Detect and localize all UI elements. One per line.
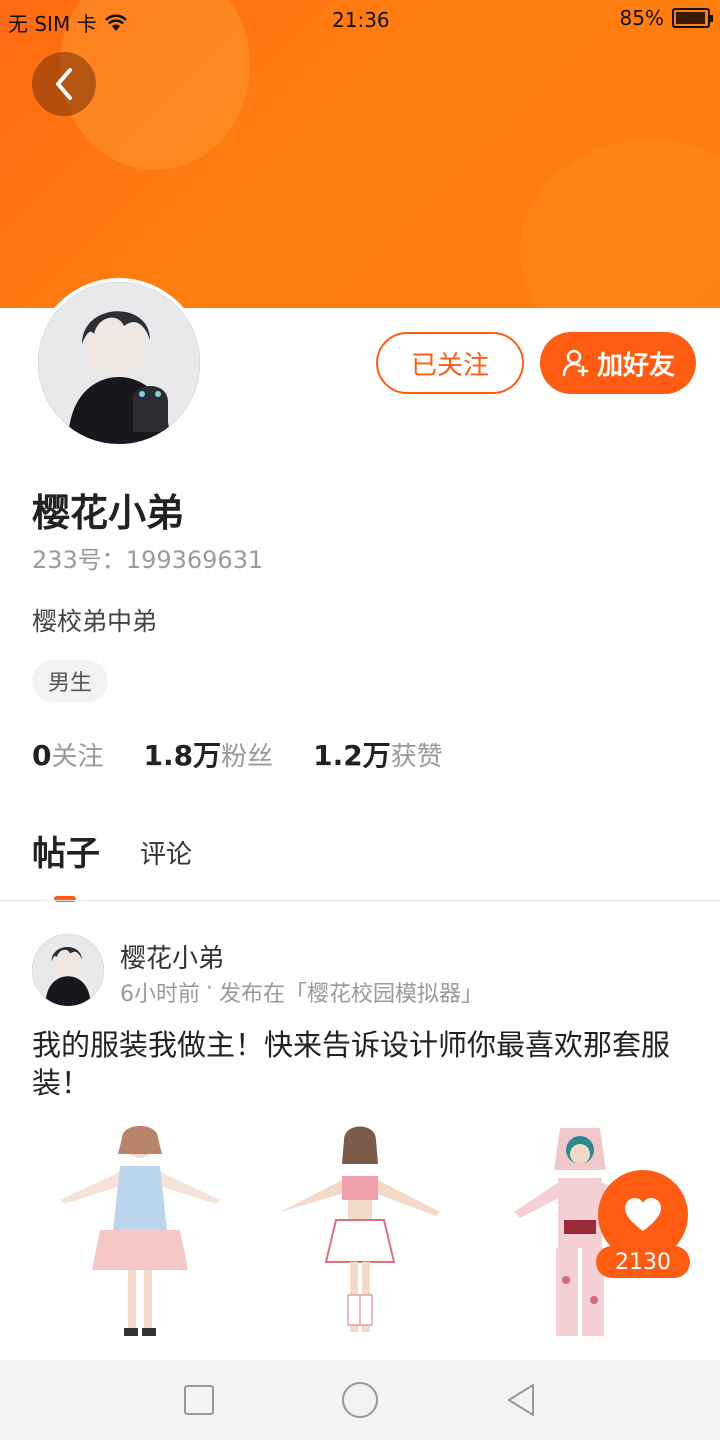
stat-label: 关注 (51, 742, 104, 772)
post-image[interactable] (50, 1120, 230, 1350)
tab-active-indicator (54, 896, 76, 902)
avatar[interactable] (34, 278, 204, 448)
clock: 21:36 (332, 8, 390, 32)
like-count: 2130 (596, 1246, 690, 1278)
tab-divider (0, 900, 720, 901)
gender-tag: 男生 (32, 660, 109, 702)
tab-comments-label: 评论 (140, 840, 193, 870)
username: 樱花小弟 (32, 491, 185, 535)
banner-decoration (520, 140, 720, 308)
followed-button-label: 已关注 (410, 350, 489, 381)
add-friend-button[interactable]: 加好友 (540, 332, 696, 394)
post-image[interactable] (270, 1120, 450, 1350)
meta-separator: · (206, 976, 213, 1001)
followed-button[interactable]: 已关注 (376, 332, 524, 394)
back-button[interactable] (32, 52, 96, 116)
avatar-illustration (32, 934, 104, 1006)
stat-likes[interactable]: 1.2万 获赞 (313, 734, 443, 774)
post-meta: 6小时前 · 发布在「樱花校园模拟器」 (120, 976, 483, 1008)
recent-apps-icon[interactable] (183, 1384, 215, 1416)
stat-following[interactable]: 0 关注 (32, 736, 104, 773)
chevron-left-icon (56, 68, 72, 100)
account-id: 233号：199369631 (32, 546, 264, 574)
tab-posts-label: 帖子 (32, 834, 100, 874)
tab-posts[interactable]: 帖子 (32, 826, 100, 902)
stat-label: 粉丝 (221, 742, 274, 772)
back-triangle-icon[interactable] (505, 1383, 537, 1417)
add-friend-label: 加好友 (596, 350, 675, 381)
post-author-name[interactable]: 樱花小弟 (120, 938, 224, 975)
stat-fans[interactable]: 1.8万 粉丝 (144, 734, 274, 774)
heart-icon (625, 1198, 661, 1231)
battery-percent: 85% (619, 6, 664, 30)
tab-comments[interactable]: 评论 (140, 834, 192, 875)
stat-label: 获赞 (390, 742, 443, 772)
bio: 樱校弟中弟 (32, 607, 158, 636)
user-plus-icon (562, 349, 589, 377)
profile-tabs: 帖子 评论 (32, 826, 192, 902)
status-bar: 无 SIM 卡 21:36 85% (0, 0, 720, 38)
home-icon[interactable] (341, 1381, 379, 1419)
stat-value: 1.2万 (313, 739, 391, 772)
system-nav-bar (0, 1360, 720, 1440)
carrier-text: 无 SIM 卡 (8, 12, 97, 36)
profile-stats: 0 关注 1.8万 粉丝 1.2万 获赞 (32, 734, 443, 774)
battery-icon (672, 8, 713, 28)
avatar-illustration (38, 282, 200, 444)
profile-banner (0, 0, 720, 308)
stat-value: 0 (32, 739, 52, 772)
post-time: 6小时前 (120, 982, 200, 1007)
wifi-icon (104, 14, 127, 31)
stat-value: 1.8万 (143, 739, 222, 772)
gender-tag-label: 男生 (48, 671, 93, 696)
post-text[interactable]: 我的服装我做主！快来告诉设计师你最喜欢那套服装！ (32, 1026, 692, 1102)
post-author-avatar[interactable] (32, 934, 104, 1006)
post-forum[interactable]: 发布在「樱花校园模拟器」 (219, 976, 483, 1008)
